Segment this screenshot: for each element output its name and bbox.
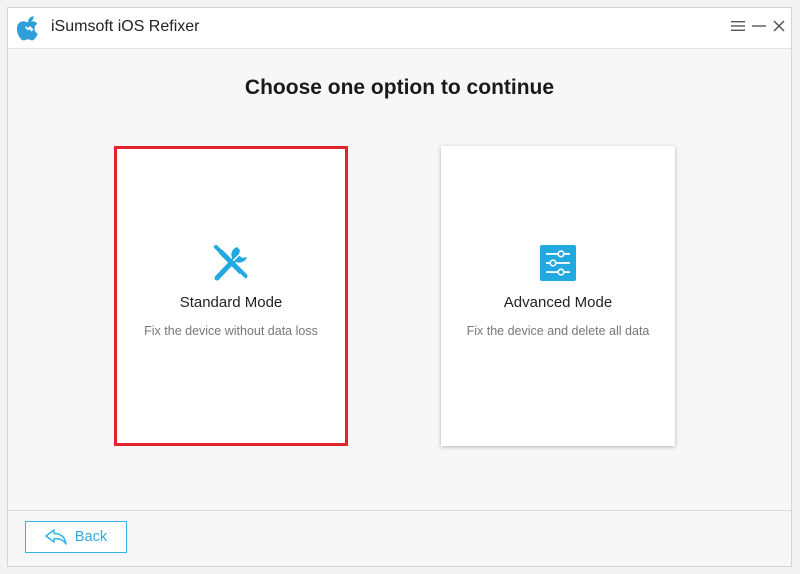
standard-mode-card[interactable]: Standard Mode Fix the device without dat… <box>114 146 348 446</box>
close-button[interactable] <box>769 16 789 36</box>
option-description: Fix the device without data loss <box>144 324 318 338</box>
back-button-label: Back <box>74 529 108 545</box>
close-icon <box>773 20 785 32</box>
app-logo-icon <box>17 16 38 41</box>
app-title: iSumsoft iOS Refixer <box>51 18 200 35</box>
minimize-button[interactable] <box>749 16 769 36</box>
menu-button[interactable] <box>728 16 748 36</box>
page-heading: Choose one option to continue <box>244 76 555 99</box>
back-button[interactable]: Back <box>25 521 127 553</box>
back-arrow-icon <box>45 529 67 545</box>
footer-bar: Back <box>8 510 791 566</box>
option-description: Fix the device and delete all data <box>466 324 650 338</box>
minimize-icon <box>752 25 766 27</box>
option-title: Advanced Mode <box>503 294 613 311</box>
title-bar: iSumsoft iOS Refixer <box>8 8 791 49</box>
wrench-screwdriver-icon <box>214 245 248 281</box>
menu-icon <box>731 21 745 31</box>
sliders-icon <box>540 245 576 281</box>
app-window: iSumsoft iOS Refixer Choose one option t… <box>7 7 792 567</box>
option-title: Standard Mode <box>179 294 283 311</box>
advanced-mode-card[interactable]: Advanced Mode Fix the device and delete … <box>441 146 675 446</box>
